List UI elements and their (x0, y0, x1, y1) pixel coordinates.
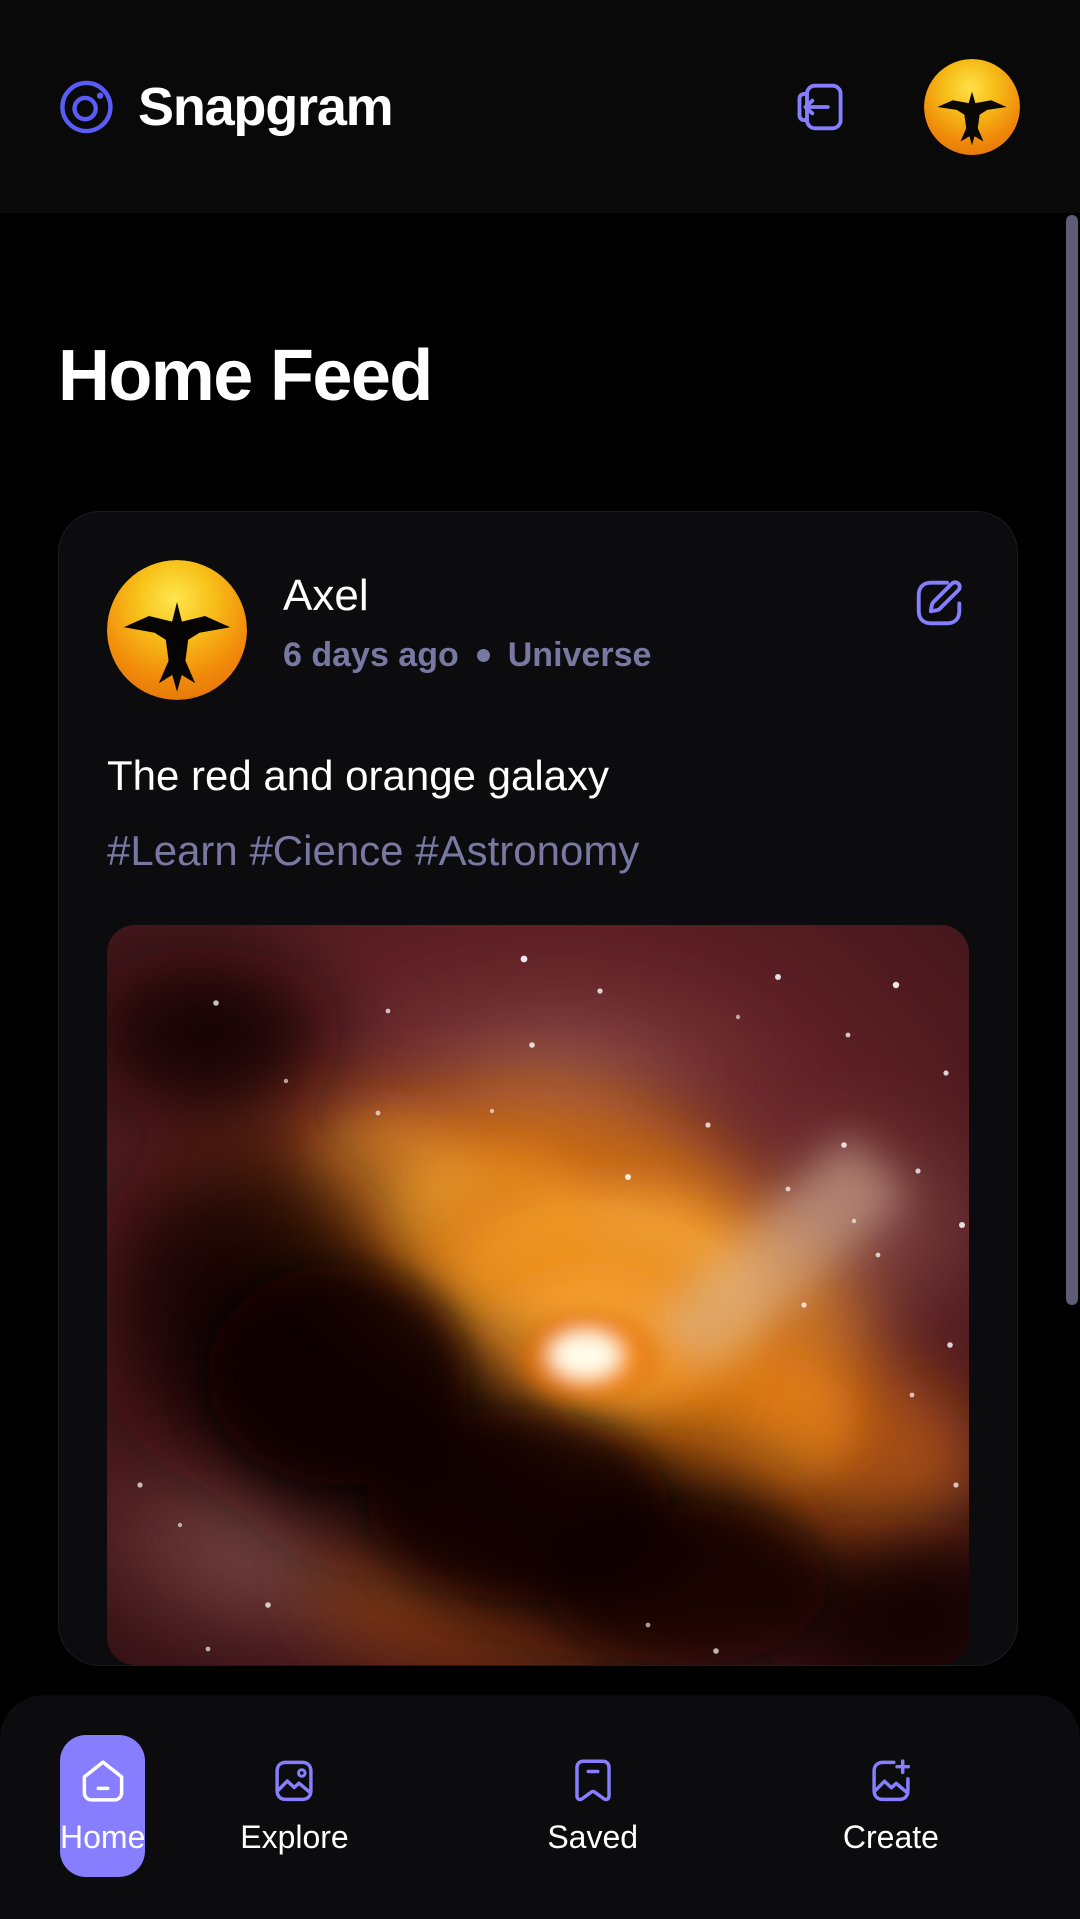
nav-item-saved[interactable]: Saved (444, 1735, 742, 1877)
image-gallery-icon (275, 1760, 314, 1802)
image-plus-icon (872, 1759, 910, 1802)
home-icon (82, 1760, 124, 1802)
app-root: Snapgram Home Feed Axel 6 days ago Unive… (0, 0, 1080, 1919)
avatar[interactable] (924, 58, 1020, 155)
nebula-image (107, 925, 969, 1665)
post-meta-row: 6 days ago Universe (283, 638, 875, 672)
nav-item-home[interactable]: Home (60, 1735, 146, 1877)
nav-label-home: Home (60, 1819, 146, 1855)
page-title: Home Feed (58, 336, 433, 416)
nav-item-explore[interactable]: Explore (145, 1735, 443, 1877)
post-author-name[interactable]: Axel (283, 571, 875, 620)
top-bar: Snapgram (0, 0, 1080, 213)
post-location: Universe (507, 636, 652, 675)
feed-scroll-area[interactable]: Home Feed Axel 6 days ago Universe The r… (0, 213, 1080, 1695)
post-image[interactable] (107, 925, 969, 1665)
nav-label-explore: Explore (240, 1819, 349, 1855)
scrollbar-track[interactable] (1066, 213, 1080, 1695)
nav-label-saved: Saved (547, 1819, 639, 1855)
camera-circle-icon (60, 80, 113, 133)
post-meta: Axel 6 days ago Universe (283, 560, 875, 672)
nav-item-create[interactable]: Create (742, 1735, 1040, 1877)
topbar-actions (792, 58, 1020, 155)
logout-icon[interactable] (792, 78, 850, 136)
bookmark-icon (574, 1759, 611, 1802)
post-card[interactable]: Axel 6 days ago Universe The red and ora… (58, 511, 1018, 1666)
nav-label-create: Create (842, 1819, 939, 1855)
post-timestamp: 6 days ago (283, 636, 459, 675)
edit-pencil-icon[interactable] (911, 574, 969, 632)
dot-separator-icon (476, 648, 490, 662)
post-caption: The red and orange galaxy (107, 752, 610, 799)
brand-name: Snapgram (138, 76, 394, 137)
post-tags[interactable]: #Learn #Cience #Astronomy (107, 825, 969, 878)
post-author-avatar[interactable] (107, 560, 247, 700)
bottom-navigation: Home Explore Saved Create (0, 1695, 1080, 1919)
post-header: Axel 6 days ago Universe (107, 560, 969, 700)
scrollbar-thumb[interactable] (1066, 215, 1078, 1305)
brand-logo[interactable]: Snapgram (58, 76, 394, 138)
